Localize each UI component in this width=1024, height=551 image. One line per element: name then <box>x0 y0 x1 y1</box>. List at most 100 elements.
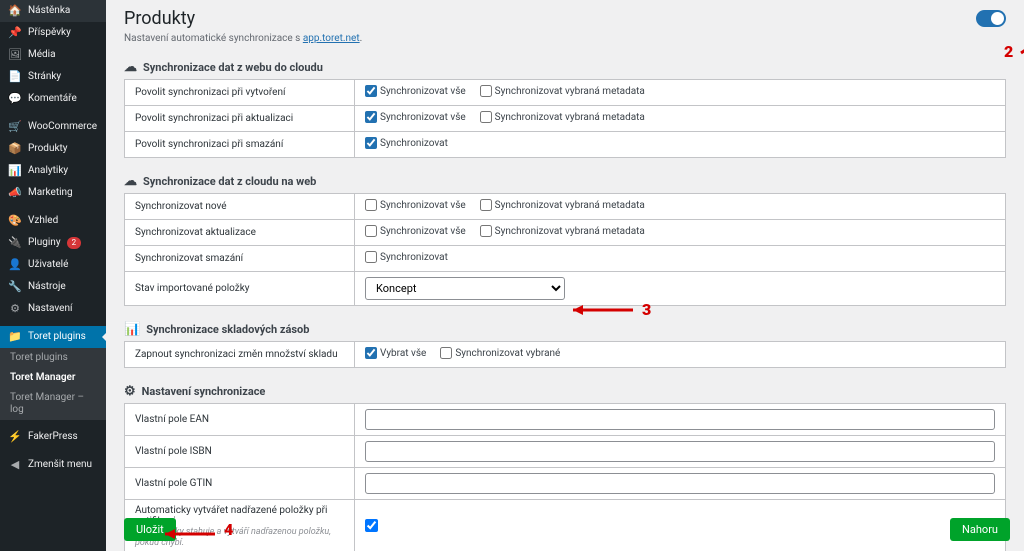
sidebar-item-label: Marketing <box>28 187 73 199</box>
sidebar-item-label: Komentáře <box>28 93 77 105</box>
checkbox-option[interactable]: Synchronizovat vše <box>365 199 466 211</box>
checkbox-option[interactable]: Synchronizovat vybraná metadata <box>480 225 645 237</box>
menu-icon: 🔧 <box>8 280 22 294</box>
checkbox-option[interactable]: Synchronizovat vybrané <box>440 347 560 359</box>
table-row: Povolit synchronizaci při aktualizaci Syn… <box>125 106 1006 132</box>
row-label: Stav importované položky <box>125 272 355 306</box>
sidebar-item-nástěnka[interactable]: 🏠Nástěnka <box>0 0 106 22</box>
menu-icon: 💬 <box>8 92 22 106</box>
menu-icon: 🖼 <box>8 48 22 62</box>
sidebar-item-stránky[interactable]: 📄Stránky <box>0 66 106 88</box>
row-label: Synchronizovat aktualizace <box>125 220 355 246</box>
menu-icon: ⚡ <box>8 430 22 444</box>
row-label: Zapnout synchronizaci změn množství skla… <box>125 342 355 368</box>
sidebar-item-média[interactable]: 🖼 Média <box>0 44 106 66</box>
section-head-settings: ⚙ Nastavení synchronizace <box>124 378 1006 403</box>
status-select[interactable]: Koncept <box>365 277 565 300</box>
table-upload: Povolit synchronizaci při vytvoření Synch… <box>124 79 1006 158</box>
badge: 2 <box>67 237 82 249</box>
menu-icon: 👤 <box>8 258 22 272</box>
text-input[interactable] <box>365 473 995 494</box>
menu-icon: 📌 <box>8 26 22 40</box>
checkbox-option[interactable]: Synchronizovat vše <box>365 85 466 97</box>
sidebar-item-label: Nastavení <box>28 303 72 315</box>
table-row: Vlastní pole GTIN <box>125 468 1006 500</box>
sidebar-item-nastavení[interactable]: ⚙ Nastavení <box>0 298 106 320</box>
sidebar-item-woocommerce[interactable]: 🛒WooCommerce <box>0 116 106 138</box>
row-label: Synchronizovat smazání <box>125 246 355 272</box>
sidebar-item-toret-plugins[interactable]: 📁Toret plugins <box>0 326 106 348</box>
page-title: Produkty <box>124 8 195 29</box>
checkbox-option[interactable]: Synchronizovat vše <box>365 111 466 123</box>
sidebar-item-label: Produkty <box>28 143 68 155</box>
submenu-item[interactable]: Toret Manager – log <box>0 388 106 420</box>
stock-icon: 📊 <box>124 322 140 337</box>
main-content: Produkty Nastavení automatické synchroni… <box>106 0 1024 551</box>
sidebar-item-marketing[interactable]: 📣 Marketing <box>0 182 106 204</box>
sidebar-item-příspěvky[interactable]: 📌 Příspěvky <box>0 22 106 44</box>
text-input[interactable] <box>365 441 995 462</box>
checkbox-option[interactable]: Synchronizovat <box>365 251 448 263</box>
table-row: Synchronizovat nové Synchronizovat vše Syn… <box>125 194 1006 220</box>
sidebar-item-uživatelé[interactable]: 👤Uživatelé <box>0 254 106 276</box>
table-row: Synchronizovat smazání Synchronizovat <box>125 246 1006 272</box>
table-row: Vlastní pole EAN <box>125 404 1006 436</box>
sidebar-item-label: Nástěnka <box>28 5 70 17</box>
table-download: Synchronizovat novéSynchronizovat všeSyn… <box>124 193 1006 306</box>
sidebar-item-pluginy[interactable]: 🔌Pluginy2 <box>0 232 106 254</box>
desc-link[interactable]: app.toret.net <box>303 33 360 44</box>
checkbox-option[interactable]: Synchronizovat vybraná metadata <box>480 111 645 123</box>
row-label: Povolit synchronizaci při vytvoření <box>125 80 355 106</box>
go-up-button[interactable]: Nahoru <box>950 518 1010 541</box>
enable-toggle[interactable] <box>976 10 1006 27</box>
menu-icon: 📄 <box>8 70 22 84</box>
table-row: Vlastní pole ISBN <box>125 436 1006 468</box>
table-row: Automaticky vytvářet nadřazené položky p… <box>125 500 1006 551</box>
row-label: Synchronizovat nové <box>125 194 355 220</box>
page-description: Nastavení automatické synchronizace s ap… <box>124 33 1006 54</box>
sidebar-item-label: Příspěvky <box>28 27 71 39</box>
cloud-upload-icon: ☁ <box>124 60 137 75</box>
table-row: Zapnout synchronizaci změn množství skla… <box>125 342 1006 368</box>
sidebar-item[interactable]: ◀Zmenšit menu <box>0 454 106 476</box>
sidebar-item-label: Nástroje <box>28 281 66 293</box>
sidebar-item-komentáře[interactable]: 💬 Komentáře <box>0 88 106 110</box>
menu-icon: ⚙ <box>8 302 22 316</box>
submenu-item[interactable]: Toret Manager <box>0 368 106 388</box>
table-row: Synchronizovat aktualizace Synchronizovat… <box>125 220 1006 246</box>
checkbox-option[interactable]: Vybrat vše <box>365 347 426 359</box>
checkbox-option[interactable]: Synchronizovat vybraná metadata <box>480 85 645 97</box>
row-label: Vlastní pole EAN <box>125 404 355 436</box>
row-label: Povolit synchronizaci při smazání <box>125 132 355 158</box>
table-stock: Zapnout synchronizaci změn množství skla… <box>124 341 1006 368</box>
sidebar-item-label: Vzhled <box>28 215 58 227</box>
sidebar-item-label: Pluginy <box>28 237 61 249</box>
sidebar-item-analytiky[interactable]: 📊 Analytiky <box>0 160 106 182</box>
menu-icon: 📦 <box>8 142 22 156</box>
checkbox[interactable] <box>365 519 378 532</box>
submenu-item[interactable]: Toret plugins <box>0 348 106 368</box>
checkbox-option[interactable]: Synchronizovat vše <box>365 225 466 237</box>
text-input[interactable] <box>365 409 995 430</box>
row-label: Vlastní pole GTIN <box>125 468 355 500</box>
sidebar-item-vzhled[interactable]: 🎨 Vzhled <box>0 210 106 232</box>
menu-icon: 📊 <box>8 164 22 178</box>
menu-icon: 🎨 <box>8 214 22 228</box>
checkbox-option[interactable]: Synchronizovat vybraná metadata <box>480 199 645 211</box>
gear-icon: ⚙ <box>124 384 136 399</box>
cloud-download-icon: ☁ <box>124 174 137 189</box>
row-label: Vlastní pole ISBN <box>125 436 355 468</box>
sidebar-item-nástroje[interactable]: 🔧 Nástroje <box>0 276 106 298</box>
save-button[interactable]: Uložit <box>124 518 176 541</box>
menu-icon: 📣 <box>8 186 22 200</box>
sidebar-item-label: WooCommerce <box>28 121 97 133</box>
table-row: Stav importované položky Koncept <box>125 272 1006 306</box>
checkbox-option[interactable]: Synchronizovat <box>365 137 448 149</box>
sidebar-item[interactable]: ⚡FakerPress <box>0 426 106 448</box>
row-label: Povolit synchronizaci při aktualizaci <box>125 106 355 132</box>
admin-sidebar: 🏠Nástěnka 📌 Příspěvky 🖼 Média 📄Stránky 💬 Koment… <box>0 0 106 551</box>
sidebar-item-produkty[interactable]: 📦 Produkty <box>0 138 106 160</box>
sidebar-item-label: Analytiky <box>28 165 68 177</box>
table-row: Povolit synchronizaci při smazání Synchro… <box>125 132 1006 158</box>
sidebar-item-label: Média <box>28 49 56 61</box>
